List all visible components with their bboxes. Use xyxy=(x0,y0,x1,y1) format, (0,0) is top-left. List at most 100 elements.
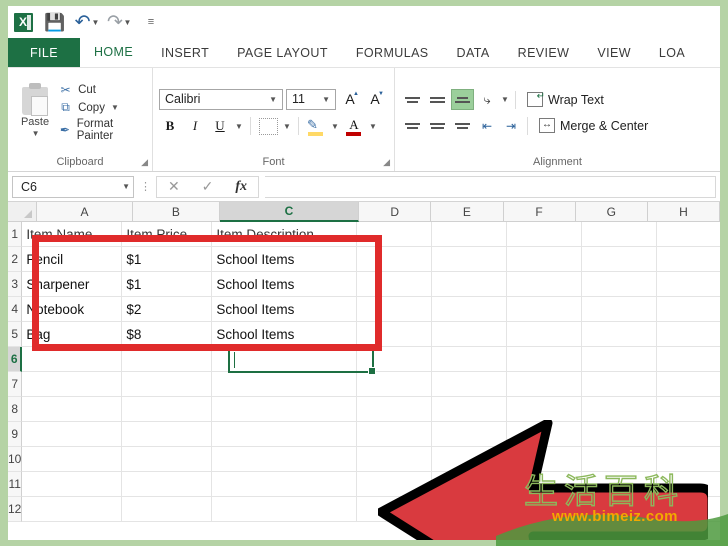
cell-d5[interactable] xyxy=(357,322,433,347)
column-header-h[interactable]: H xyxy=(647,202,720,222)
tab-review[interactable]: REVIEW xyxy=(504,38,584,67)
cell-c2[interactable]: School Items xyxy=(212,247,358,272)
cell-d12[interactable] xyxy=(357,497,433,522)
cell-g10[interactable] xyxy=(582,447,658,472)
cell-a8[interactable] xyxy=(22,397,123,422)
cell-c5[interactable]: School Items xyxy=(212,322,358,347)
cell-b12[interactable] xyxy=(122,497,213,522)
cell-e2[interactable] xyxy=(432,247,508,272)
formula-bar-expand-icon[interactable]: ⋮ xyxy=(140,180,151,193)
column-header-d[interactable]: D xyxy=(359,202,432,222)
chevron-down-icon[interactable]: ▼ xyxy=(330,122,340,131)
tab-insert[interactable]: INSERT xyxy=(147,38,223,67)
cell-b9[interactable] xyxy=(122,422,213,447)
cell-d11[interactable] xyxy=(357,472,433,497)
column-header-f[interactable]: F xyxy=(503,202,576,222)
chevron-down-icon[interactable]: ▼ xyxy=(32,129,40,138)
cell-b8[interactable] xyxy=(122,397,213,422)
cell-a3[interactable]: Sharpener xyxy=(22,272,123,297)
clipboard-dialog-launcher-icon[interactable]: ◢ xyxy=(141,157,148,168)
cell-b2[interactable]: $1 xyxy=(122,247,213,272)
cell-e7[interactable] xyxy=(432,372,508,397)
cell-c1[interactable]: Item Description xyxy=(212,222,358,247)
align-right-button[interactable] xyxy=(451,115,474,136)
cell-f1[interactable] xyxy=(507,222,583,247)
font-name-combo[interactable]: Calibri ▼ xyxy=(159,88,283,110)
cell-f9[interactable] xyxy=(507,422,583,447)
cell-d9[interactable] xyxy=(357,422,433,447)
chevron-down-icon[interactable]: ▼ xyxy=(319,95,333,104)
cell-a2[interactable]: Pencil xyxy=(22,247,123,272)
cell-c9[interactable] xyxy=(212,422,358,447)
align-bottom-button[interactable] xyxy=(451,89,474,110)
wrap-text-button[interactable]: Wrap Text xyxy=(521,91,604,107)
cell-f11[interactable] xyxy=(507,472,583,497)
cell-a1[interactable]: Item Name xyxy=(22,222,123,247)
name-box[interactable]: C6 ▼ xyxy=(12,175,134,198)
tab-data[interactable]: DATA xyxy=(443,38,504,67)
cell-a11[interactable] xyxy=(22,472,123,497)
cell-g3[interactable] xyxy=(582,272,658,297)
cell-a6[interactable] xyxy=(22,347,123,372)
cell-c11[interactable] xyxy=(212,472,358,497)
cell-f4[interactable] xyxy=(507,297,583,322)
font-size-combo[interactable]: 11 ▼ xyxy=(286,88,336,110)
column-header-c[interactable]: C xyxy=(219,202,360,222)
cell-h5[interactable] xyxy=(657,322,720,347)
cell-b3[interactable]: $1 xyxy=(122,272,213,297)
row-header-11[interactable]: 11 xyxy=(8,472,23,497)
align-left-button[interactable] xyxy=(401,115,424,136)
save-icon[interactable]: 💾 xyxy=(44,11,66,33)
cell-g1[interactable] xyxy=(582,222,658,247)
cell-g6[interactable] xyxy=(582,347,658,372)
tab-home[interactable]: HOME xyxy=(80,38,148,67)
cell-h3[interactable] xyxy=(657,272,720,297)
cell-e10[interactable] xyxy=(432,447,508,472)
cut-button[interactable]: ✂ Cut xyxy=(58,83,146,97)
cell-e5[interactable] xyxy=(432,322,508,347)
row-header-2[interactable]: 2 xyxy=(8,247,23,272)
cell-f3[interactable] xyxy=(507,272,583,297)
cell-b5[interactable]: $8 xyxy=(122,322,213,347)
cell-g12[interactable] xyxy=(582,497,658,522)
cell-c7[interactable] xyxy=(212,372,358,397)
cell-e1[interactable] xyxy=(432,222,508,247)
cell-c4[interactable]: School Items xyxy=(212,297,358,322)
column-header-g[interactable]: G xyxy=(575,202,648,222)
cell-e8[interactable] xyxy=(432,397,508,422)
cell-f8[interactable] xyxy=(507,397,583,422)
cancel-formula-icon[interactable]: ✕ xyxy=(168,178,180,195)
cell-b11[interactable] xyxy=(122,472,213,497)
cell-f5[interactable] xyxy=(507,322,583,347)
merge-center-button[interactable]: Merge & Center xyxy=(533,118,648,133)
row-header-4[interactable]: 4 xyxy=(8,297,23,322)
cell-b6[interactable] xyxy=(122,347,213,372)
cell-e11[interactable] xyxy=(432,472,508,497)
underline-button[interactable]: U xyxy=(209,116,231,137)
format-painter-button[interactable]: ✒ Format Painter xyxy=(58,118,146,142)
cell-g9[interactable] xyxy=(582,422,658,447)
increase-font-size-button[interactable]: A xyxy=(339,89,361,110)
cell-d4[interactable] xyxy=(357,297,433,322)
cell-h9[interactable] xyxy=(657,422,720,447)
align-middle-button[interactable] xyxy=(426,89,449,110)
cell-g2[interactable] xyxy=(582,247,658,272)
cell-a7[interactable] xyxy=(22,372,123,397)
chevron-down-icon[interactable]: ▼ xyxy=(234,122,244,131)
cell-f6[interactable] xyxy=(507,347,583,372)
cell-b4[interactable]: $2 xyxy=(122,297,213,322)
confirm-formula-icon[interactable]: ✓ xyxy=(202,178,214,195)
row-header-9[interactable]: 9 xyxy=(8,422,23,447)
row-header-12[interactable]: 12 xyxy=(8,497,23,522)
cell-a5[interactable]: Bag xyxy=(22,322,123,347)
align-top-button[interactable] xyxy=(401,89,424,110)
cell-g5[interactable] xyxy=(582,322,658,347)
cell-h2[interactable] xyxy=(657,247,720,272)
cell-d3[interactable] xyxy=(357,272,433,297)
chevron-down-icon[interactable]: ▼ xyxy=(266,95,280,104)
tab-view[interactable]: VIEW xyxy=(583,38,645,67)
cell-a10[interactable] xyxy=(22,447,123,472)
cell-c8[interactable] xyxy=(212,397,358,422)
cell-h12[interactable] xyxy=(657,497,720,522)
cell-f2[interactable] xyxy=(507,247,583,272)
